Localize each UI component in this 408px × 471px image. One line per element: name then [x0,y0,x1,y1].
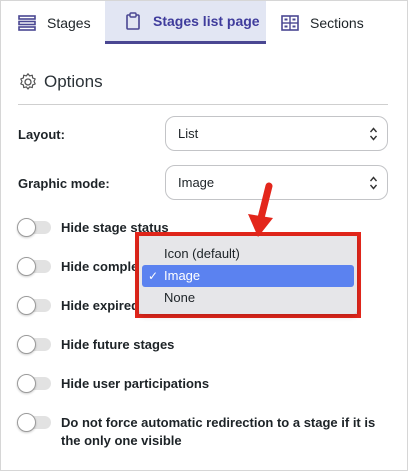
tab-sections-label: Sections [310,14,364,31]
toggle-switch[interactable] [17,374,51,393]
toggle-switch[interactable] [17,218,51,237]
toggle-row-no-forced-redirection: Do not force automatic redirection to a … [17,413,388,450]
option-label: Image [164,268,201,283]
graphic-mode-dropdown-menu: Icon (default) ✓ Image None [139,236,357,314]
gear-icon [20,73,36,90]
tab-stages-list-page-label: Stages list page [153,13,260,29]
clipboard-icon [126,12,140,30]
options-title: Options [44,72,103,91]
tab-sections[interactable]: Sections [266,1,407,44]
toggle-switch[interactable] [17,296,51,315]
toggle-row-hide-future-stages: Hide future stages [17,335,175,354]
graphic-mode-select-value: Image [178,175,215,190]
dropdown-option-image[interactable]: ✓ Image [142,265,354,287]
tab-stages-label: Stages [47,14,91,31]
tab-stages[interactable]: Stages [1,1,105,44]
layout-label: Layout: [18,127,65,142]
toggle-switch[interactable] [17,413,51,432]
toggle-switch[interactable] [17,257,51,276]
toggle-switch[interactable] [17,335,51,354]
dropdown-option-none[interactable]: None [142,287,354,309]
toggle-label: Hide future stages [61,337,175,352]
toggle-label: Hide expired [61,298,140,313]
toggle-label: Hide user participations [61,376,210,391]
select-arrows-icon [370,127,377,141]
list-icon [18,14,36,31]
select-arrows-icon [370,176,377,190]
toggle-label: Hide comple [61,259,139,274]
toggle-row-hide-user-participations: Hide user participations [17,374,210,393]
toggle-row-hide-expired: Hide expired [17,296,140,315]
annotation-arrow-icon [248,182,273,237]
toggle-row-hide-completed: Hide comple [17,257,139,276]
options-header: Options [18,72,103,92]
divider [18,104,388,105]
dropdown-option-icon-default[interactable]: Icon (default) [142,243,354,265]
checkmark-icon: ✓ [148,269,159,283]
option-label: None [164,290,196,305]
toggle-label: Do not force automatic redirection to a … [61,415,376,448]
tab-stages-list-page[interactable]: Stages list page [105,1,266,44]
option-label: Icon (default) [164,246,240,261]
grid-icon [281,14,299,31]
layout-select-value: List [178,126,199,141]
graphic-mode-label: Graphic mode: [18,176,110,191]
layout-select[interactable]: List [165,116,388,151]
tab-bar: Stages Stages list page Sections [1,1,407,44]
